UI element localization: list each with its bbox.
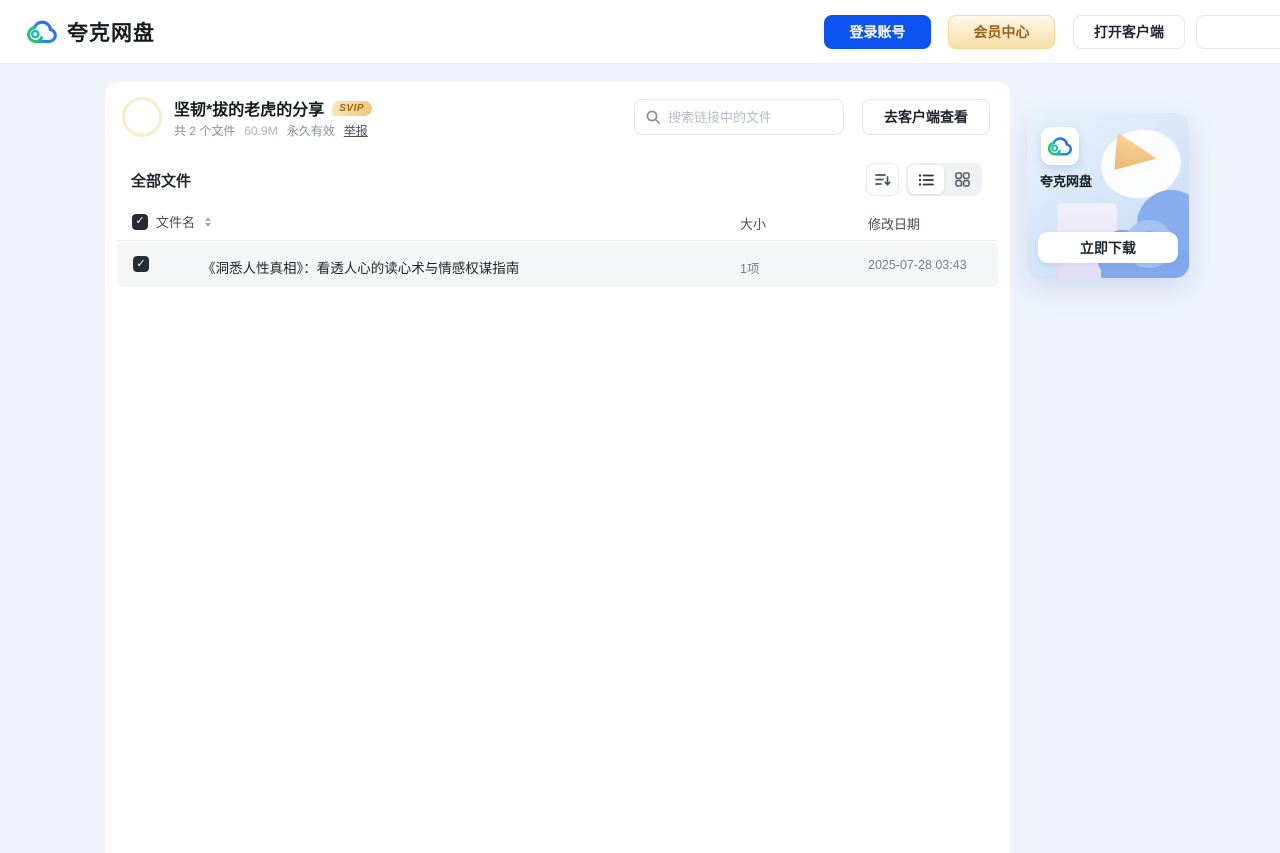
view-toggle	[906, 163, 982, 196]
grid-view-icon	[954, 172, 970, 187]
search-box[interactable]	[634, 99, 844, 135]
share-card: 坚韧*拔的老虎的分享 SVIP 共 2 个文件 60.9M 永久有效 举报 去客…	[105, 82, 1010, 853]
grid-view-button[interactable]	[944, 165, 980, 194]
file-size: 1项	[740, 262, 760, 276]
list-view-icon	[918, 173, 934, 187]
check-icon: ✓	[136, 257, 146, 270]
share-title-line: 坚韧*拔的老虎的分享 SVIP	[174, 98, 373, 119]
column-name-sort[interactable]: ✓ 文件名	[132, 212, 212, 231]
share-meta: 共 2 个文件 60.9M 永久有效 举报	[174, 122, 368, 139]
share-validity: 永久有效	[286, 124, 335, 138]
share-files-count: 共 2 个文件	[174, 124, 236, 138]
file-modified-date: 2025-07-28 03:43	[868, 258, 967, 272]
sort-caret-icon	[205, 216, 212, 227]
select-all-checkbox[interactable]: ✓	[132, 213, 148, 230]
open-client-button[interactable]: 打开客户端	[1073, 15, 1185, 49]
table-row[interactable]: ✓ 《洞悉人性真相》：看透人心的读心术与情感权谋指南 1项 2025-07-28…	[117, 242, 998, 287]
share-total-size: 60.9M	[244, 123, 278, 138]
check-icon: ✓	[135, 215, 145, 227]
sort-icon	[874, 171, 891, 188]
topbar-actions: 登录账号 会员中心 打开客户端	[0, 15, 1280, 49]
column-size-label: 大小	[740, 217, 767, 232]
list-view-button[interactable]	[908, 165, 944, 194]
section-title: 全部文件	[131, 173, 192, 190]
svip-badge: SVIP	[332, 100, 373, 116]
download-now-button[interactable]: 立即下载	[1038, 232, 1178, 263]
app-download-card: 夸克网盘 立即下载	[1027, 113, 1189, 278]
extra-button[interactable]	[1196, 15, 1280, 49]
folder-icon	[161, 250, 195, 279]
column-name-label: 文件名	[156, 215, 196, 230]
login-button[interactable]: 登录账号	[824, 15, 931, 49]
table-divider	[117, 240, 998, 241]
go-client-button[interactable]: 去客户端查看	[862, 99, 990, 135]
column-modified-label: 修改日期	[868, 217, 921, 232]
search-input[interactable]	[668, 109, 844, 125]
file-name: 《洞悉人性真相》：看透人心的读心术与情感权谋指南	[202, 261, 520, 276]
report-link[interactable]: 举报	[344, 122, 368, 139]
quark-app-icon	[1041, 127, 1079, 165]
avatar	[122, 97, 162, 137]
promo-brand-name: 夸克网盘	[1040, 174, 1093, 189]
sort-order-button[interactable]	[866, 163, 899, 196]
row-checkbox[interactable]: ✓	[133, 256, 149, 272]
table-header: ✓ 文件名 大小 修改日期	[105, 210, 1010, 234]
search-icon	[645, 109, 661, 125]
vip-center-button[interactable]: 会员中心	[948, 15, 1055, 49]
header: 夸克网盘 登录账号 会员中心 打开客户端	[0, 0, 1280, 64]
share-title: 坚韧*拔的老虎的分享	[174, 102, 325, 119]
